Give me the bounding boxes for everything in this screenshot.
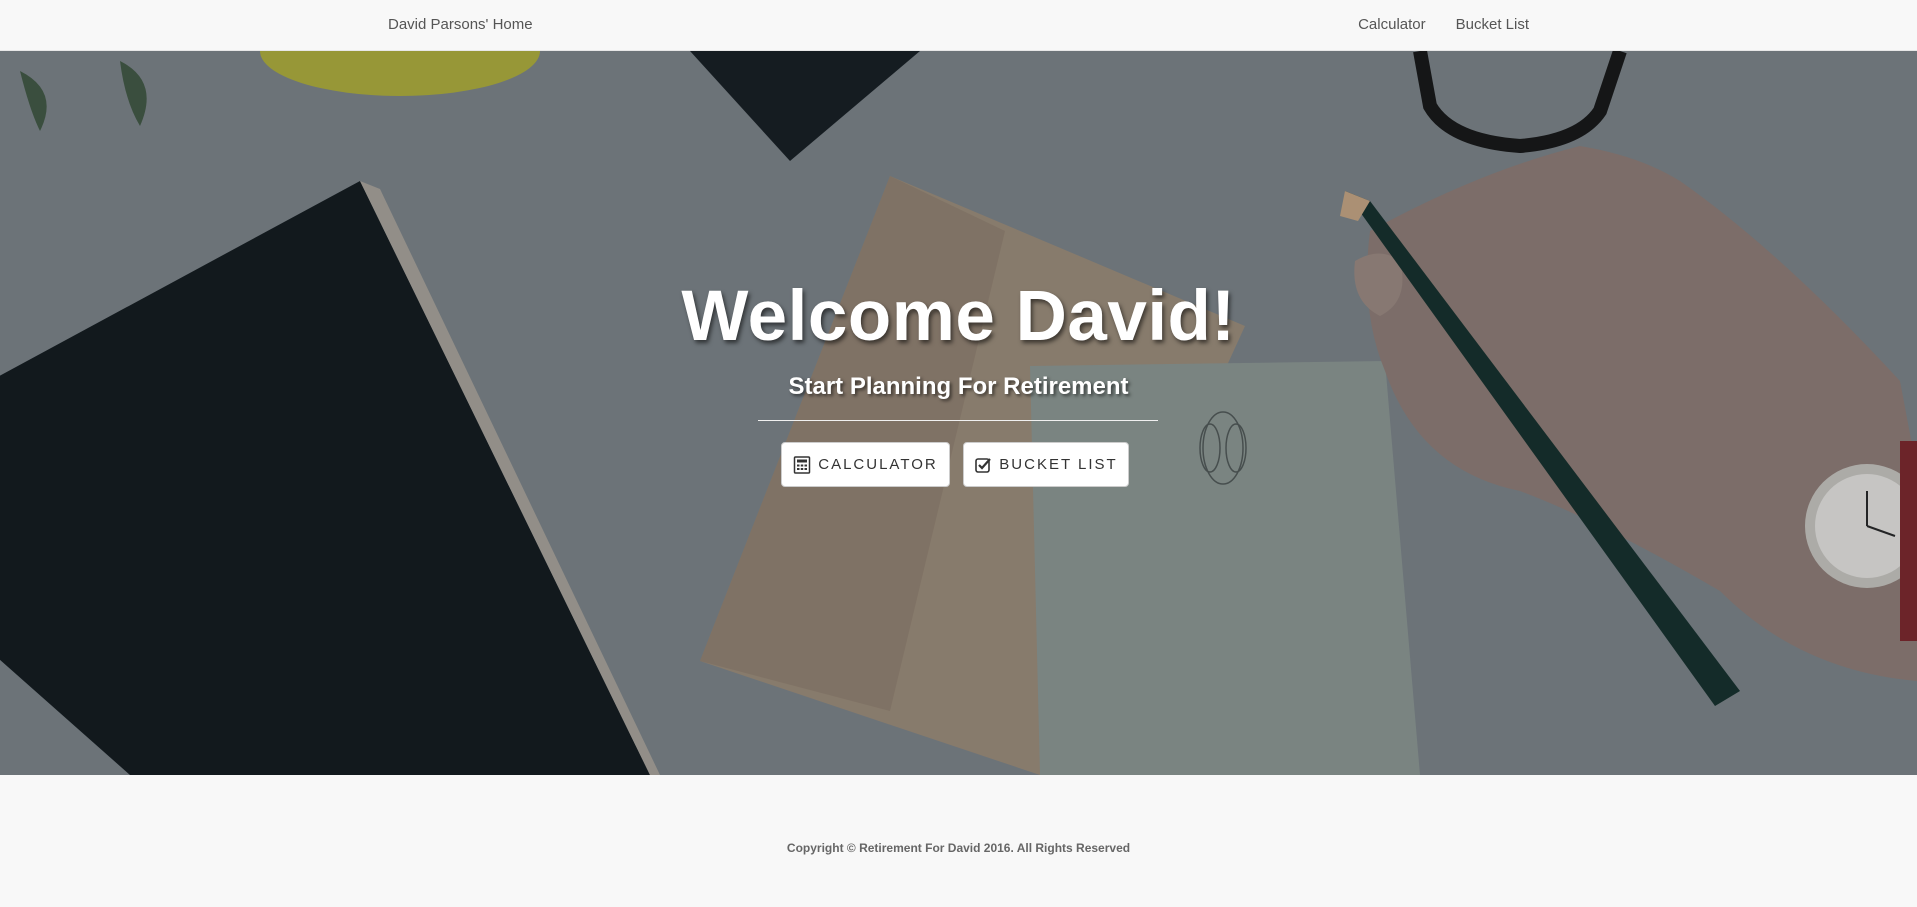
- footer: Copyright © Retirement For David 2016. A…: [0, 775, 1917, 907]
- top-navbar: David Parsons' Home Calculator Bucket Li…: [0, 0, 1917, 51]
- hero-section: Welcome David! Start Planning For Retire…: [0, 51, 1917, 775]
- nav-links: Calculator Bucket List: [1358, 16, 1529, 34]
- hero-subtitle: Start Planning For Retirement: [788, 373, 1129, 400]
- copyright-text: Copyright © Retirement For David 2016. A…: [786, 841, 1131, 855]
- check-square-icon: [974, 456, 992, 474]
- hero-divider: [758, 420, 1158, 421]
- hero-content: Welcome David! Start Planning For Retire…: [0, 51, 1917, 775]
- bucket-list-button-label: BUCKET LIST: [999, 456, 1118, 473]
- nav-link-calculator[interactable]: Calculator: [1358, 16, 1426, 34]
- hero-title: Welcome David!: [681, 277, 1236, 356]
- brand-link[interactable]: David Parsons' Home: [388, 16, 533, 34]
- calculator-icon: [793, 455, 811, 474]
- nav-link-bucket-list[interactable]: Bucket List: [1456, 16, 1529, 34]
- calculator-button[interactable]: CALCULATOR: [781, 442, 950, 487]
- bucket-list-button[interactable]: BUCKET LIST: [963, 442, 1129, 487]
- calculator-button-label: CALCULATOR: [818, 456, 938, 473]
